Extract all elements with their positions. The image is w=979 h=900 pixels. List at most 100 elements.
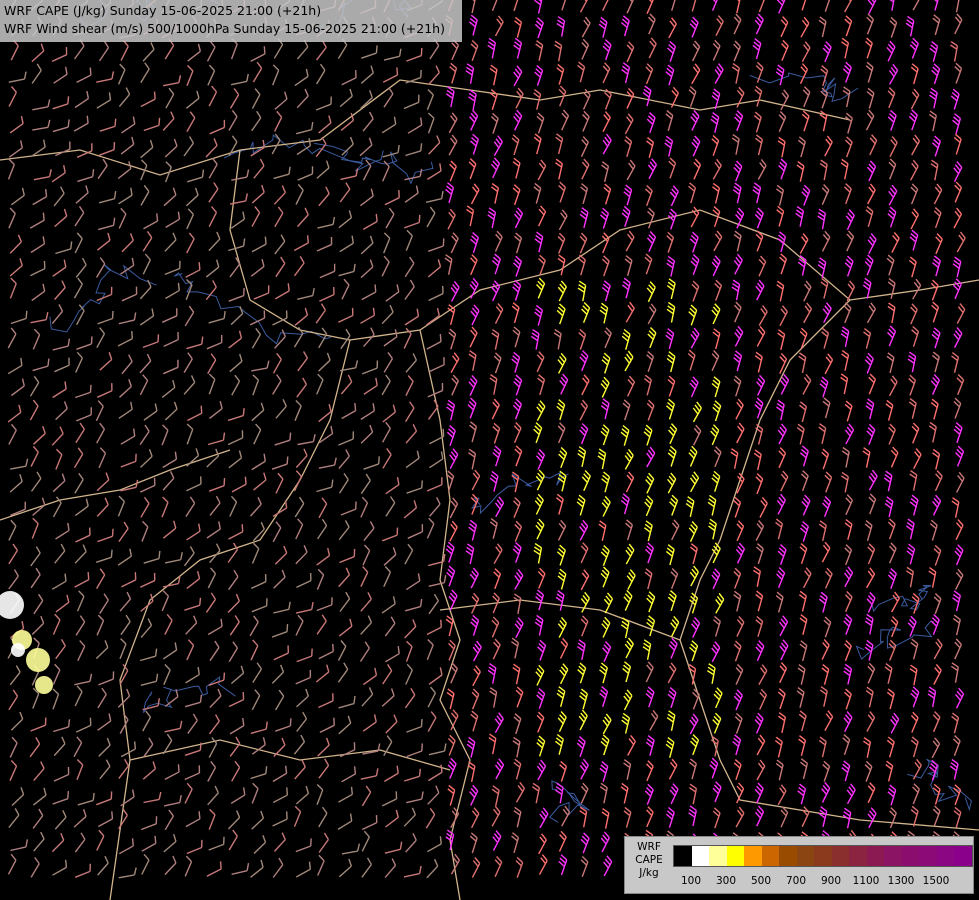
wind-barb — [886, 352, 895, 374]
wind-barb — [711, 350, 720, 371]
wind-barb — [735, 542, 746, 564]
wind-barb — [867, 662, 876, 684]
wind-barb — [601, 232, 610, 254]
wind-barb — [536, 687, 546, 709]
wind-barb — [821, 184, 830, 205]
wind-barb — [778, 111, 787, 132]
wind-barb — [186, 523, 201, 541]
wind-barb — [161, 424, 169, 446]
wind-barb — [450, 352, 460, 374]
wind-barb — [952, 278, 962, 300]
river-line — [471, 471, 569, 515]
wind-barb — [383, 329, 398, 347]
wind-barb — [799, 401, 808, 423]
wind-barb — [494, 496, 505, 518]
legend-unit: J/kg — [639, 867, 659, 879]
wind-barb — [909, 470, 918, 491]
wind-barb — [601, 352, 611, 374]
wind-barb — [908, 374, 917, 396]
wind-barb — [293, 256, 305, 277]
wind-barb — [251, 810, 265, 830]
wind-barb — [406, 480, 423, 494]
wind-barb — [427, 112, 435, 134]
wind-barb — [205, 259, 220, 278]
wind-barb — [141, 816, 158, 831]
wind-barb — [865, 61, 874, 83]
wind-barb — [602, 62, 611, 84]
wind-barb — [143, 117, 161, 132]
wind-barb — [867, 807, 877, 829]
wind-barb — [556, 686, 566, 707]
wind-barb — [296, 88, 309, 109]
wind-barb — [252, 521, 265, 542]
wind-barb — [385, 476, 400, 495]
wind-barb — [487, 37, 497, 59]
wind-barb — [646, 0, 655, 14]
wind-barb — [801, 494, 811, 516]
legend-swatch — [831, 846, 849, 866]
wind-barb — [405, 143, 423, 157]
wind-barb — [252, 662, 263, 683]
wind-barb — [121, 233, 134, 253]
wind-barb — [339, 235, 354, 253]
wind-barb — [599, 761, 609, 782]
wind-barb — [756, 759, 766, 781]
wind-barb — [714, 279, 723, 301]
wind-barb — [494, 856, 503, 877]
wind-barb — [559, 663, 569, 685]
wind-barb — [427, 785, 440, 805]
wind-barb — [315, 664, 330, 683]
legend-tick: 900 — [820, 875, 842, 887]
wind-barb — [843, 711, 853, 733]
wind-barb — [253, 285, 270, 300]
wind-barb — [907, 351, 917, 373]
wind-barb — [385, 809, 399, 828]
wind-barb — [97, 310, 114, 325]
wind-barb — [620, 493, 630, 515]
wind-barb — [316, 63, 326, 85]
wind-barb — [685, 496, 695, 517]
wind-barb — [867, 233, 877, 255]
wind-barb — [97, 383, 113, 398]
wind-barb — [337, 813, 353, 830]
wind-barb — [818, 591, 828, 613]
wind-barb — [77, 169, 95, 183]
wind-barb — [77, 640, 86, 662]
wind-barb — [799, 543, 808, 565]
wind-barb — [426, 88, 434, 110]
wind-barb — [824, 353, 834, 375]
river-line — [907, 758, 972, 812]
wind-barb — [295, 448, 308, 468]
wind-barb — [209, 401, 223, 419]
wind-barb — [251, 598, 268, 613]
wind-barb — [647, 326, 657, 348]
wind-barb — [121, 572, 137, 588]
wind-barb — [598, 16, 608, 38]
wind-barb — [75, 615, 86, 636]
wind-barb — [253, 158, 265, 179]
wind-barb — [666, 398, 676, 420]
wind-barb — [818, 16, 827, 38]
wind-barb — [8, 86, 17, 107]
wind-barb — [667, 590, 677, 612]
wind-barb — [142, 761, 157, 780]
wind-barb — [642, 85, 652, 107]
wind-barb — [30, 236, 46, 254]
wind-barb — [99, 352, 113, 371]
wind-barb — [406, 718, 423, 733]
wind-barb — [228, 238, 246, 252]
wind-barb — [164, 38, 175, 60]
wind-barb — [846, 783, 856, 805]
wind-barb — [272, 857, 284, 878]
wind-barb — [231, 169, 250, 181]
wind-barb — [381, 116, 397, 134]
wind-barb — [665, 110, 674, 131]
wind-barb — [30, 857, 40, 878]
wind-barb — [54, 357, 70, 373]
wind-barb — [886, 688, 895, 710]
wind-barb — [404, 619, 417, 639]
wind-barb — [666, 351, 676, 373]
wind-barb — [297, 351, 309, 372]
wind-barb — [489, 517, 498, 539]
wind-barb — [600, 424, 610, 446]
